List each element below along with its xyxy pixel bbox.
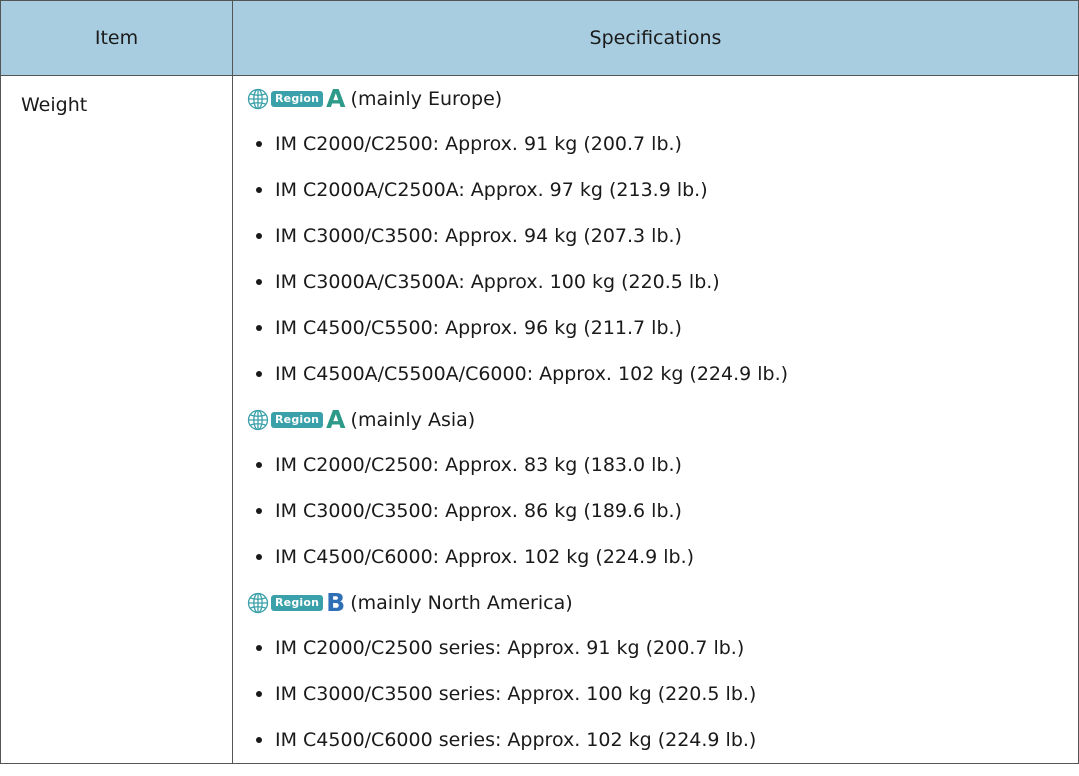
list-item: IM C3000/C3500: Approx. 94 kg (207.3 lb.… <box>233 213 1078 259</box>
list-item-text: IM C2000/C2500 series: Approx. 91 kg (20… <box>275 637 745 659</box>
list-item-text: IM C3000/C3500: Approx. 86 kg (189.6 lb.… <box>275 500 682 522</box>
region-badge: Region A <box>247 404 349 434</box>
weight-list: IM C2000/C2500 series: Approx. 91 kg (20… <box>233 625 1078 763</box>
item-cell: Weight <box>0 75 233 764</box>
list-item: IM C2000/C2500: Approx. 83 kg (183.0 lb.… <box>233 442 1078 488</box>
region-tag-label: Region <box>271 90 324 107</box>
specifications-cell: Region A (mainly Europe) IM C2000/C2500: Ap… <box>232 75 1079 764</box>
region-heading: Region A (mainly Asia) <box>233 397 1078 442</box>
list-item: IM C3000/C3500 series: Approx. 100 kg (2… <box>233 671 1078 717</box>
bullet-icon <box>256 325 262 331</box>
bullet-icon <box>256 737 262 743</box>
bullet-icon <box>256 645 262 651</box>
list-item-text: IM C2000A/C2500A: Approx. 97 kg (213.9 l… <box>275 179 708 201</box>
list-item-text: IM C4500/C6000 series: Approx. 102 kg (2… <box>275 729 757 751</box>
region-badge: Region B <box>247 587 348 617</box>
region-tag-label: Region <box>271 594 324 611</box>
bullet-icon <box>256 371 262 377</box>
region-note: (mainly Asia) <box>350 408 476 431</box>
region-heading: Region B (mainly North America) <box>233 580 1078 625</box>
list-item-text: IM C4500/C6000: Approx. 102 kg (224.9 lb… <box>275 546 695 568</box>
bullet-icon <box>256 508 262 514</box>
region-note: (mainly Europe) <box>350 87 503 110</box>
globe-icon <box>247 592 269 613</box>
region-tag-label: Region <box>271 411 324 428</box>
list-item-text: IM C3000A/C3500A: Approx. 100 kg (220.5 … <box>275 271 720 293</box>
region-groups: Region A (mainly Europe) IM C2000/C2500: Ap… <box>233 76 1078 763</box>
bullet-icon <box>256 554 262 560</box>
list-item-text: IM C3000/C3500: Approx. 94 kg (207.3 lb.… <box>275 225 682 247</box>
bullet-icon <box>256 691 262 697</box>
list-item-text: IM C3000/C3500 series: Approx. 100 kg (2… <box>275 683 757 705</box>
globe-icon <box>247 409 269 430</box>
region-letter: B <box>326 587 346 617</box>
region-letter: A <box>326 83 346 113</box>
region-note: (mainly North America) <box>350 591 573 614</box>
header-specifications: Specifications <box>232 0 1079 76</box>
bullet-icon <box>256 233 262 239</box>
list-item-text: IM C4500/C5500: Approx. 96 kg (211.7 lb.… <box>275 317 682 339</box>
list-item: IM C2000/C2500 series: Approx. 91 kg (20… <box>233 625 1078 671</box>
bullet-icon <box>256 462 262 468</box>
list-item: IM C3000A/C3500A: Approx. 100 kg (220.5 … <box>233 259 1078 305</box>
weight-row: Weight Region A (mainly Europe) IM C2000/C2… <box>0 75 1079 764</box>
bullet-icon <box>256 141 262 147</box>
bullet-icon <box>256 187 262 193</box>
header-item: Item <box>0 0 233 76</box>
header-row: Item Specifications <box>0 0 1079 76</box>
list-item-text: IM C4500A/C5500A/C6000: Approx. 102 kg (… <box>275 363 789 385</box>
bullet-icon <box>256 279 262 285</box>
list-item: IM C2000/C2500: Approx. 91 kg (200.7 lb.… <box>233 121 1078 167</box>
list-item: IM C4500/C6000: Approx. 102 kg (224.9 lb… <box>233 534 1078 580</box>
weight-list: IM C2000/C2500: Approx. 91 kg (200.7 lb.… <box>233 121 1078 397</box>
list-item: IM C3000/C3500: Approx. 86 kg (189.6 lb.… <box>233 488 1078 534</box>
region-badge: Region A <box>247 83 349 113</box>
list-item-text: IM C2000/C2500: Approx. 91 kg (200.7 lb.… <box>275 133 682 155</box>
weight-list: IM C2000/C2500: Approx. 83 kg (183.0 lb.… <box>233 442 1078 580</box>
list-item: IM C4500/C6000 series: Approx. 102 kg (2… <box>233 717 1078 763</box>
list-item: IM C4500/C5500: Approx. 96 kg (211.7 lb.… <box>233 305 1078 351</box>
region-letter: A <box>326 404 346 434</box>
globe-icon <box>247 88 269 109</box>
region-heading: Region A (mainly Europe) <box>233 76 1078 121</box>
spec-table: Item Specifications Weight Region A (mainl… <box>0 0 1079 764</box>
list-item-text: IM C2000/C2500: Approx. 83 kg (183.0 lb.… <box>275 454 682 476</box>
list-item: IM C4500A/C5500A/C6000: Approx. 102 kg (… <box>233 351 1078 397</box>
list-item: IM C2000A/C2500A: Approx. 97 kg (213.9 l… <box>233 167 1078 213</box>
